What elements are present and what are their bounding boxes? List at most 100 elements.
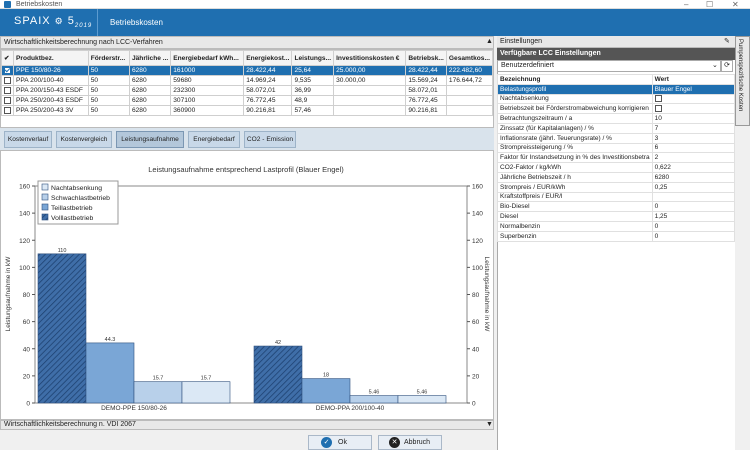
table-cell: 6280	[128, 95, 172, 106]
table-cell: 307100	[170, 95, 245, 106]
col-header[interactable]: Energiekost...	[243, 50, 293, 66]
table-row[interactable]: PPE 150/80-26 50 6280 161000 28.422,44 25,64 2…	[1, 65, 493, 76]
app-icon	[4, 1, 11, 8]
chevron-down-icon[interactable]: ⌄	[712, 61, 718, 69]
setting-value[interactable]: Blauer Engel	[651, 83, 735, 95]
row-checkbox[interactable]	[1, 75, 14, 86]
cancel-button[interactable]: ✕ Abbruch	[378, 435, 442, 450]
table-row[interactable]: PPA 250/200-43 ESDF 50 6280 307100 76.772,45…	[1, 95, 493, 106]
setting-value[interactable]: 0	[651, 220, 735, 232]
col-header[interactable]: Energiebedarf kWh...	[170, 50, 245, 66]
table-cell: 76.772,45	[405, 95, 447, 106]
setting-row[interactable]: Strompreis / EUR/kWh 0,25	[497, 181, 735, 193]
minimize-icon[interactable]: –	[684, 0, 688, 9]
table-cell: 50	[87, 65, 130, 76]
y-tick-label-right: 100	[472, 265, 483, 272]
ok-button[interactable]: ✓ Ok	[308, 435, 372, 450]
setting-value[interactable]: 2	[651, 152, 735, 164]
table-cell: 25.000,00	[333, 65, 407, 76]
col-header[interactable]: Produktbez.	[13, 50, 89, 66]
maximize-icon[interactable]: ☐	[706, 0, 713, 9]
row-checkbox[interactable]	[1, 65, 14, 76]
tab-co2-emission[interactable]: CO2 - Emission	[244, 131, 296, 148]
col-header[interactable]: Förderstr...	[87, 50, 130, 66]
setting-row[interactable]: Kraftstoffpreis / EUR/l	[497, 191, 735, 203]
table-row[interactable]: PPA 200/150-43 ESDF 50 6280 232300 58.072,01…	[1, 85, 493, 96]
setting-value[interactable]: 1,25	[651, 211, 735, 222]
table-cell: 6280	[128, 65, 172, 76]
y-axis-label-right: Leistungsaufnahme in kW	[483, 257, 490, 333]
setting-row[interactable]: Faktor für Instandsetzung in % des Inves…	[497, 152, 735, 164]
bar	[301, 378, 351, 404]
col-header[interactable]: Leistungs...	[291, 50, 335, 66]
tab-kostenverlauf[interactable]: Kostenverlauf	[4, 131, 52, 148]
close-icon[interactable]: ✕	[732, 0, 739, 9]
setting-row[interactable]: Strompreissteigerung / % 6	[497, 142, 735, 154]
setting-value[interactable]	[651, 191, 735, 203]
bar-value-label: 15.7	[201, 376, 212, 382]
setting-row[interactable]: Betriebszeit bei Förderstromabweichung k…	[497, 103, 735, 115]
side-tab-pumpenkosten[interactable]: Pumpenspezifische Kosten	[735, 36, 750, 126]
row-checkbox[interactable]	[1, 85, 14, 96]
table-cell	[445, 105, 493, 116]
table-row[interactable]: PPA 200/100-40 50 6280 59680 14.969,24 9,535 3…	[1, 75, 493, 86]
setting-checkbox[interactable]	[654, 95, 662, 103]
table-cell: PPA 250/200-43 3V	[13, 105, 89, 116]
chart-title: Leistungsaufnahme entsprechend Lastprofi…	[148, 165, 344, 174]
setting-name: Strompreissteigerung / %	[497, 142, 653, 154]
check-all-icon[interactable]: ✔	[1, 50, 14, 66]
bar	[253, 345, 303, 404]
setting-row[interactable]: Betrachtungszeitraum / a 10	[497, 113, 735, 124]
legend-label: Volllastbetrieb	[51, 215, 94, 222]
bar	[133, 381, 183, 404]
setting-value[interactable]: 7	[651, 122, 735, 134]
table-cell: 232300	[170, 85, 245, 96]
preset-select[interactable]: Benutzerdefiniert	[497, 60, 721, 72]
table-row[interactable]: PPA 250/200-43 3V 50 6280 360900 90.216,81 57…	[1, 105, 493, 116]
y-tick-label: 80	[23, 292, 31, 299]
col-header[interactable]: Investitionskosten €	[333, 50, 407, 66]
setting-row[interactable]: CO2-Faktor / kg/kWh 0,622	[497, 162, 735, 173]
setting-row[interactable]: Superbenzin 0	[497, 230, 735, 242]
tab-leistungsaufnahme[interactable]: Leistungsaufnahme	[116, 131, 184, 148]
bar-value-label: 15.7	[153, 376, 164, 382]
setting-row[interactable]: Inflationsrate (jährl. Teuerungsrate) / …	[497, 132, 735, 144]
col-header[interactable]: Gesamtkos...	[445, 50, 493, 66]
spaix-logo: SPAIX ⚙ 52019	[14, 15, 93, 30]
setting-row[interactable]: Bio-Diesel 0	[497, 201, 735, 213]
setting-row[interactable]: Normalbenzin 0	[497, 220, 735, 232]
setting-name: Jährliche Betriebszeit / h	[497, 171, 653, 183]
tab-kostenvergleich[interactable]: Kostenvergleich	[56, 131, 112, 148]
bar-value-label: 42	[275, 340, 281, 346]
setting-value[interactable]	[651, 93, 735, 105]
setting-value[interactable]: 0	[651, 201, 735, 213]
power-chart: Leistungsaufnahme entsprechend Lastprofi…	[5, 165, 490, 412]
setting-row[interactable]: Zinssatz (für Kapitalanlagen) / % 7	[497, 122, 735, 134]
lcc-settings-header: Verfügbare LCC Einstellungen	[497, 48, 735, 60]
setting-value[interactable]: 3	[651, 132, 735, 144]
table-cell: 57,46	[291, 105, 335, 116]
pin-icon[interactable]: ✎	[724, 37, 730, 45]
setting-value[interactable]: 0,622	[651, 162, 735, 173]
setting-value[interactable]	[651, 103, 735, 115]
setting-value[interactable]: 6	[651, 142, 735, 154]
setting-row[interactable]: Diesel 1,25	[497, 211, 735, 222]
tab-energiebedarf[interactable]: Energiebedarf	[188, 131, 240, 148]
setting-name: Betriebszeit bei Förderstromabweichung k…	[497, 103, 653, 115]
setting-value[interactable]: 0,25	[651, 181, 735, 193]
setting-row[interactable]: Belastungsprofil Blauer Engel	[497, 83, 735, 95]
header-divider	[97, 9, 98, 36]
panel-expand-icon[interactable]: ▼	[486, 421, 493, 428]
row-checkbox[interactable]	[1, 95, 14, 106]
setting-value[interactable]: 6280	[651, 171, 735, 183]
setting-row[interactable]: Nachtabsenkung	[497, 93, 735, 105]
panel-collapse-icon[interactable]: ▲	[486, 38, 493, 45]
setting-value[interactable]: 0	[651, 230, 735, 242]
setting-checkbox[interactable]	[654, 105, 662, 113]
apply-preset-icon[interactable]: ⟳	[721, 60, 733, 72]
col-header[interactable]: Betriebsk...	[405, 50, 447, 66]
setting-value[interactable]: 10	[651, 113, 735, 124]
col-header[interactable]: Jährliche ...	[128, 50, 172, 66]
setting-row[interactable]: Jährliche Betriebszeit / h 6280	[497, 171, 735, 183]
row-checkbox[interactable]	[1, 105, 14, 116]
